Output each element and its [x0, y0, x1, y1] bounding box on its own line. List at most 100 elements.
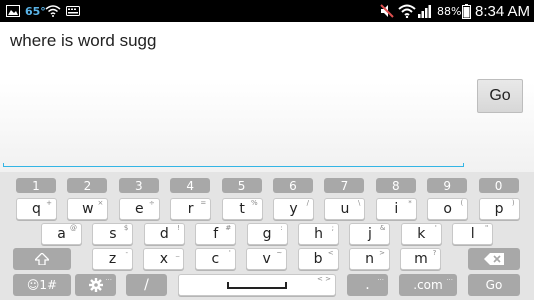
key-h[interactable]: ; h — [298, 223, 339, 245]
period-key[interactable]: ... . — [347, 274, 388, 296]
space-alt-hint: < > — [317, 275, 331, 283]
key-label: a — [57, 226, 66, 242]
settings-key[interactable]: ... — [75, 274, 116, 296]
key-label: j — [367, 226, 372, 242]
key-label: k — [417, 226, 426, 242]
key-alt-hint: ! — [176, 224, 180, 232]
key-alt-hint: ÷ — [148, 199, 155, 207]
key-alt-hint: < — [327, 249, 334, 257]
backspace-icon — [484, 253, 504, 265]
key-alt-hint: * — [408, 199, 412, 207]
key-alt-hint: > — [379, 249, 385, 257]
key-label: r — [187, 201, 194, 217]
key-g[interactable]: :g — [246, 223, 288, 245]
key-label: b — [313, 251, 323, 267]
key-alt-hint: : — [280, 224, 283, 232]
key-alt-hint: = — [200, 199, 207, 207]
key-label: e — [134, 201, 144, 217]
keyboard-go-key[interactable]: Go — [468, 274, 520, 296]
key-v[interactable]: ~ v — [246, 248, 288, 270]
shift-key[interactable] — [13, 248, 71, 270]
key-d[interactable]: ! d — [143, 223, 185, 245]
wifi-icon — [398, 0, 416, 22]
key-i[interactable]: * i — [375, 198, 417, 220]
key-label: t — [239, 201, 245, 217]
key-b[interactable]: < b — [297, 248, 339, 270]
query-input-text[interactable]: where is word sugg — [10, 31, 156, 51]
key-alt-hint: $ — [123, 224, 129, 232]
key-alt-hint: % — [250, 199, 258, 207]
key-r[interactable]: = r — [170, 198, 212, 220]
key-alt-hint: + — [46, 199, 52, 207]
key-m[interactable]: ? m — [400, 248, 442, 270]
number-key[interactable]: 3 — [118, 178, 159, 193]
key-alt-hint: / — [306, 199, 309, 207]
key-a[interactable]: @ a — [41, 223, 82, 245]
signal-icon — [418, 0, 434, 22]
key-label: u — [340, 201, 350, 217]
soft-keyboard: 1234567890 + q × w ÷ e = r% t / y \ u * i(o) p @ a $ s! d # f… — [0, 172, 534, 300]
key-alt-hint: ' — [228, 249, 231, 257]
temperature-label: 65° — [25, 4, 46, 18]
gear-icon — [88, 278, 103, 292]
key-label: c — [211, 251, 220, 267]
key-y[interactable]: / y — [273, 198, 314, 220]
space-bar[interactable]: < > — [178, 274, 336, 296]
key-alt-hint: - — [125, 249, 128, 257]
key-alt-hint: × — [97, 199, 104, 207]
key-label: n — [365, 251, 374, 267]
number-key[interactable]: 5 — [221, 178, 262, 193]
key-n[interactable]: > n — [349, 248, 390, 270]
mute-icon — [380, 0, 394, 22]
number-key[interactable]: 1 — [16, 178, 56, 193]
key-f[interactable]: # f — [195, 223, 237, 245]
key-label: d — [159, 226, 169, 242]
key-e[interactable]: ÷ e — [118, 198, 160, 220]
key-k[interactable]: ' k — [400, 223, 442, 245]
key-label: q — [32, 201, 41, 217]
key-j[interactable]: & j — [349, 223, 391, 245]
slash-key[interactable]: / — [126, 274, 167, 296]
key-u[interactable]: \ u — [324, 198, 366, 220]
key-label: y — [289, 201, 298, 217]
key-q[interactable]: + q — [16, 198, 57, 220]
number-key[interactable]: 8 — [375, 178, 416, 193]
dotcom-alt-hint: ... — [446, 274, 453, 282]
number-key[interactable]: 2 — [67, 178, 108, 193]
symbols-mode-key[interactable]: ☺1# — [13, 274, 71, 296]
key-alt-hint: # — [225, 224, 232, 232]
number-key[interactable]: 7 — [324, 178, 365, 193]
number-key[interactable]: 6 — [273, 178, 313, 193]
key-label: f — [213, 226, 219, 242]
key-p[interactable]: ) p — [478, 198, 520, 220]
number-key[interactable]: 9 — [427, 178, 468, 193]
key-z[interactable]: -z — [92, 248, 133, 270]
key-label: z — [108, 251, 117, 267]
key-alt-hint: @ — [70, 224, 77, 232]
key-label: v — [262, 251, 271, 267]
number-key[interactable]: 0 — [478, 178, 519, 193]
go-button[interactable]: Go — [477, 79, 523, 113]
key-label: s — [109, 226, 117, 242]
number-key[interactable]: 4 — [170, 178, 211, 193]
key-label: i — [394, 201, 399, 217]
key-alt-hint: ( — [460, 199, 464, 207]
battery-icon — [462, 0, 471, 22]
battery-percent: 88% — [437, 4, 462, 18]
key-label: h — [314, 226, 323, 242]
key-label: m — [414, 251, 428, 267]
key-l[interactable]: " l — [452, 223, 494, 245]
period-key-label: . — [365, 277, 370, 293]
backspace-key[interactable] — [468, 248, 520, 270]
key-alt-hint: ) — [511, 199, 515, 207]
key-s[interactable]: $ s — [92, 223, 134, 245]
keyboard-icon — [66, 0, 80, 22]
key-alt-hint: ; — [331, 224, 334, 232]
key-x[interactable]: _ x — [143, 248, 185, 270]
key-w[interactable]: × w — [67, 198, 109, 220]
dotcom-key[interactable]: ... .com — [399, 274, 457, 296]
query-input-underline[interactable] — [3, 163, 464, 167]
key-t[interactable]: % t — [221, 198, 263, 220]
key-c[interactable]: ' c — [194, 248, 236, 270]
key-o[interactable]: (o — [427, 198, 469, 220]
